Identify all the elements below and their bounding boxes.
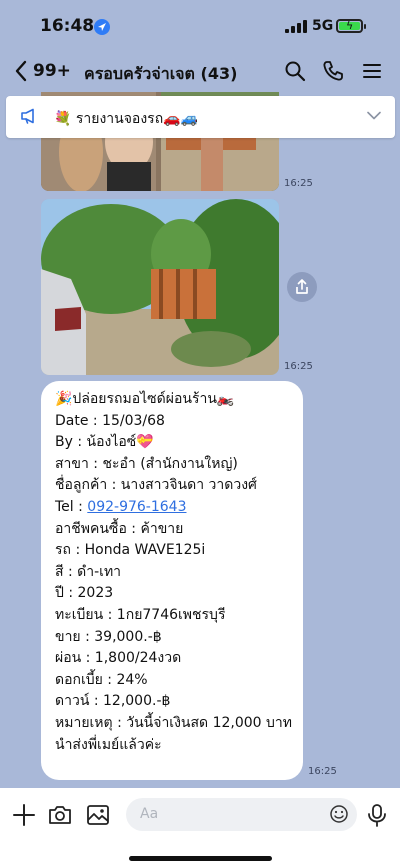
home-indicator [129,856,272,861]
chevron-down-icon[interactable] [367,111,381,120]
message-line: 🎉ปล่อยรถมอไซด์ผ่อนร้าน🏍️ [55,391,235,407]
message-line: ปี : 2023 [55,585,114,602]
message-line: ดอกเบี้ย : 24% [55,671,148,688]
phone-icon[interactable] [322,60,344,82]
message-line: ดาวน์ : 12,000.-฿ [55,693,171,710]
message-line: Date : 15/03/68 [55,412,165,429]
announcement-text: 💐 รายงานจองรถ🚗🚙 [54,111,199,127]
chevron-left-icon[interactable] [14,60,28,82]
search-icon[interactable] [284,60,306,82]
battery-tip [364,24,366,29]
message-line: รถ : Honda WAVE125i [55,542,206,559]
message-line: ผ่อน : 1,800/24งวด [55,650,182,667]
message-input-placeholder: Aa [140,806,159,822]
phone-link[interactable]: 092-976-1643 [87,499,186,515]
message-line: สี : ดำ-เทา [55,563,122,580]
plus-icon[interactable] [11,802,37,828]
megaphone-icon [21,108,34,124]
image-icon[interactable] [85,802,111,828]
message-line-phone: Tel : 092-976-1643 [55,497,303,519]
photo-1-timestamp: 16:25 [284,178,313,189]
unread-count[interactable]: 99+ [33,61,71,81]
text-message-timestamp: 16:25 [308,766,337,777]
photo-2-timestamp: 16:25 [284,361,313,372]
message-input[interactable]: Aa [126,798,357,831]
location-icon [94,19,110,35]
message-line: ชื่อลูกค้า : นางสาวจินดา วาดวงศ์ [55,477,257,494]
message-line: ทะเบียน : 1กย7746เพชรบุรี [55,606,226,623]
text-message-bubble[interactable]: 🎉ปล่อยรถมอไซด์ผ่อนร้าน🏍️ Date : 15/03/68… [41,381,303,780]
microphone-icon[interactable] [364,802,390,828]
status-time: 16:48 [40,16,95,36]
menu-icon[interactable] [361,60,383,82]
share-icon [296,279,308,294]
network-type: 5G [312,18,334,34]
message-line: By : น้องไอซ์💝 [55,434,154,451]
chat-title[interactable]: ครอบครัวจ่าเจต (43) [84,62,237,87]
message-line: หมายเหตุ : วันนี้จ่าเงินสด 12,000 บาท [55,714,293,731]
chat-header: 99+ ครอบครัวจ่าเจต (43) [0,52,400,92]
message-line: สาขา : ชะอำ (สำนักงานใหญ่) [55,455,238,472]
signal-icon [285,20,307,33]
camera-icon[interactable] [47,802,73,828]
status-bar: 16:48 5G ϟ [0,0,400,52]
emoji-icon[interactable] [329,804,349,824]
share-button[interactable] [287,272,317,302]
message-line: นำส่งพี่เมย์แล้วค่ะ [55,736,162,753]
message-line: อาชีพคนซื้อ : ค้าขาย [55,520,184,537]
message-line: ขาย : 39,000.-฿ [55,628,162,645]
photo-message-2[interactable] [41,199,279,375]
battery-icon: ϟ [336,19,363,33]
phone-label: Tel : [55,498,88,515]
announcement-bar[interactable]: 💐 รายงานจองรถ🚗🚙 [6,96,395,138]
